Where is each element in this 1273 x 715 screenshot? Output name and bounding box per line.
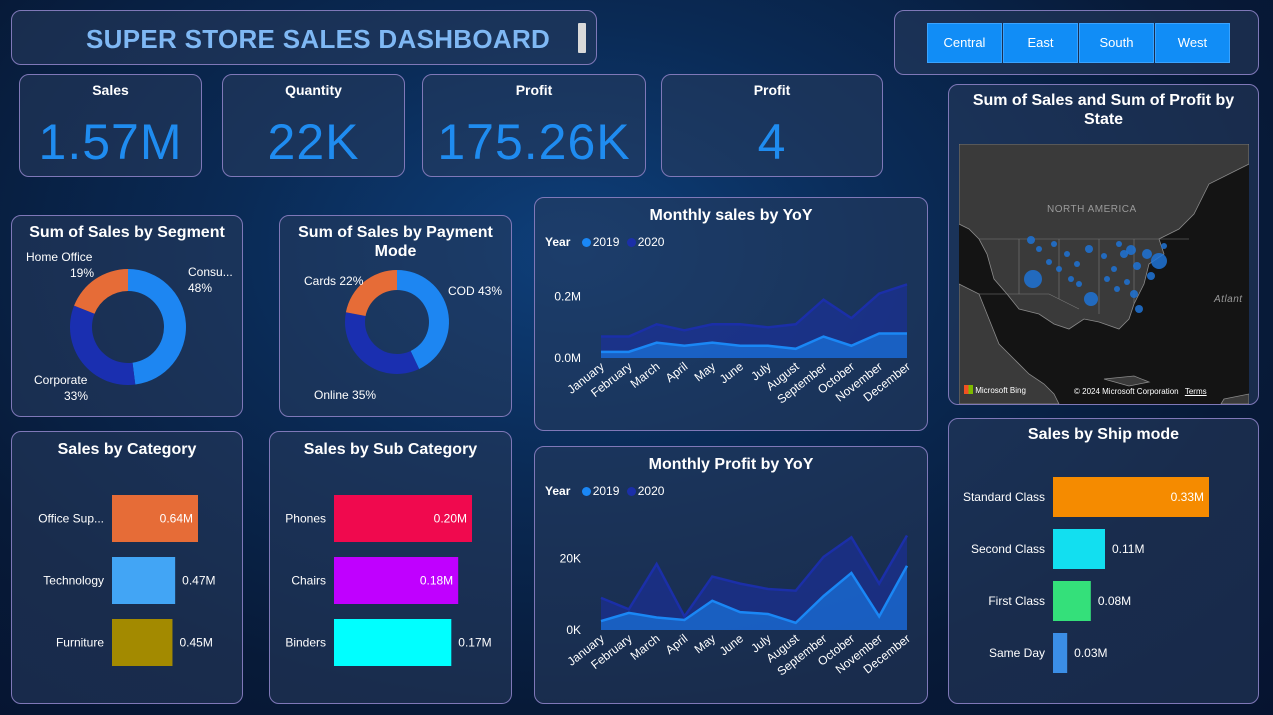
bar[interactable]: [1053, 581, 1091, 621]
category-label: Office Sup...: [38, 512, 104, 526]
data-label: 0.47M: [182, 574, 215, 588]
donut-slice[interactable]: [345, 312, 420, 374]
chart-title: Sum of Sales and Sum of Profit by State: [972, 92, 1235, 128]
slice-label: Cards 22%: [304, 274, 364, 288]
bar[interactable]: [112, 619, 173, 666]
data-label: 0.08M: [1098, 594, 1131, 608]
monthly-sales-card: Monthly sales by YoY Year 2019 2020 0.0M…: [534, 197, 928, 431]
land-south: [1220, 393, 1249, 404]
slice-percent-label: 33%: [64, 389, 88, 403]
payment-donut-chart[interactable]: COD 43% Online 35% Cards 22%: [280, 216, 513, 418]
land-usa-canada: [959, 144, 1249, 330]
terms-link[interactable]: Terms: [1185, 387, 1207, 396]
x-tick-label: May: [692, 359, 718, 384]
category-bar-chart[interactable]: Office Sup... 0.64M Technology 0.47M Furnitu…: [12, 432, 244, 705]
category-bar-card: Sales by Category Office Sup... 0.64M Tech…: [11, 431, 243, 704]
bar[interactable]: [112, 557, 176, 604]
kpi-card-profit: Profit 175.26K: [422, 74, 646, 177]
category-label: First Class: [988, 594, 1045, 608]
y-tick-label: 0.0M: [554, 351, 581, 365]
shipmode-bar-chart[interactable]: Standard Class 0.33M Second Class 0.11M Firs…: [949, 419, 1260, 705]
kpi-value: 175.26K: [437, 114, 631, 170]
region-button-west[interactable]: West: [1155, 23, 1230, 63]
kpi-label: Quantity: [285, 82, 342, 98]
slice-percent-label: 48%: [188, 281, 212, 295]
slice-category-label: Consu...: [188, 265, 233, 279]
category-label: Standard Class: [963, 490, 1045, 504]
category-label: Phones: [285, 512, 326, 526]
kpi-label: Profit: [515, 82, 553, 98]
kpi-value: 22K: [267, 114, 360, 170]
data-label: 0.17M: [458, 636, 491, 650]
category-label: Technology: [43, 574, 104, 588]
map-copyright: © 2024 Microsoft Corporation Terms: [1074, 387, 1207, 396]
state-map[interactable]: NORTH AMERICA Atlant Microsoft Bing © 20…: [959, 144, 1249, 404]
title-card: SUPER STORE SALES DASHBOARD: [11, 10, 597, 65]
kpi-label: Sales: [92, 82, 129, 98]
category-label: Same Day: [989, 646, 1045, 660]
data-label: 0.03M: [1074, 646, 1107, 660]
bar[interactable]: [334, 619, 452, 666]
category-label: Binders: [285, 636, 326, 650]
monthly-profit-area-chart[interactable]: 0K20KJanuaryFebruaryMarch April MayJune Jul…: [535, 447, 929, 705]
x-tick-label: April: [663, 359, 691, 385]
x-tick-label: June: [717, 631, 746, 658]
data-label: 0.45M: [179, 636, 212, 650]
slice-category-label: Home Office: [26, 250, 93, 264]
segment-donut-chart[interactable]: Consu... 48% Corporate 33% Home Office 19%: [12, 216, 244, 418]
data-label: 0.20M: [434, 512, 467, 526]
monthly-profit-card: Monthly Profit by YoY Year 2019 2020 0K 2…: [534, 446, 928, 704]
map-region-label: NORTH AMERICA: [1047, 204, 1137, 215]
region-slicer: Central East South West: [894, 10, 1259, 75]
x-tick-label: March: [628, 359, 663, 391]
slice-label: COD 43%: [448, 284, 502, 298]
map-ocean-label: Atlant: [1214, 294, 1243, 305]
title-scroll-handle[interactable]: [578, 23, 586, 53]
y-tick-label: 0K: [566, 623, 581, 637]
kpi-card-profit-count: Profit 4: [661, 74, 883, 177]
subcategory-bar-card: Sales by Sub Category Phones 0.20M Chairs 0…: [269, 431, 512, 704]
dashboard-title: SUPER STORE SALES DASHBOARD: [86, 24, 551, 54]
data-label: 0.33M: [1171, 490, 1204, 504]
donut-slice[interactable]: [128, 269, 186, 385]
monthly-sales-area-chart[interactable]: 0.0M0.2MJanuaryFebruaryMarch April MayJune…: [535, 198, 929, 432]
state-map-card: Sum of Sales and Sum of Profit by State: [948, 84, 1259, 405]
bing-attribution: Microsoft Bing: [964, 385, 1026, 395]
microsoft-logo-icon: [964, 385, 973, 394]
category-label: Furniture: [56, 636, 104, 650]
x-tick-label: March: [628, 631, 663, 663]
map-svg: [959, 144, 1249, 404]
y-tick-label: 20K: [560, 552, 581, 566]
data-label: 0.64M: [160, 512, 193, 526]
x-tick-label: April: [663, 631, 691, 657]
data-label: 0.18M: [420, 574, 453, 588]
slice-category-label: Corporate: [34, 373, 88, 387]
shipmode-bar-card: Sales by Ship mode Standard Class 0.33M Se…: [948, 418, 1259, 704]
slice-label: Online 35%: [314, 388, 376, 402]
region-button-central[interactable]: Central: [927, 23, 1002, 63]
segment-donut-card: Sum of Sales by Segment Consu... 48% Corpo…: [11, 215, 243, 417]
copyright-text: © 2024 Microsoft Corporation: [1074, 387, 1179, 396]
bar[interactable]: [1053, 529, 1105, 569]
kpi-label: Profit: [753, 82, 791, 98]
bar[interactable]: [1053, 633, 1068, 673]
x-tick-label: June: [717, 359, 746, 386]
category-label: Chairs: [291, 574, 326, 588]
x-tick-label: May: [692, 631, 718, 656]
slice-percent-label: 19%: [70, 266, 94, 280]
bing-label: Microsoft Bing: [975, 386, 1026, 395]
region-button-south[interactable]: South: [1079, 23, 1154, 63]
payment-donut-card: Sum of Sales by Payment Mode COD 43% Onli…: [279, 215, 512, 417]
subcategory-bar-chart[interactable]: Phones 0.20M Chairs 0.18M Binders 0.17M: [270, 432, 513, 705]
land-cuba: [1103, 375, 1151, 387]
category-label: Second Class: [971, 542, 1045, 556]
y-tick-label: 0.2M: [554, 290, 581, 304]
kpi-card-quantity: Quantity 22K: [222, 74, 405, 177]
data-label: 0.11M: [1112, 542, 1144, 556]
region-button-east[interactable]: East: [1003, 23, 1078, 63]
kpi-value: 4: [757, 114, 787, 170]
kpi-value: 1.57M: [38, 114, 183, 170]
kpi-card-sales: Sales 1.57M: [19, 74, 202, 177]
